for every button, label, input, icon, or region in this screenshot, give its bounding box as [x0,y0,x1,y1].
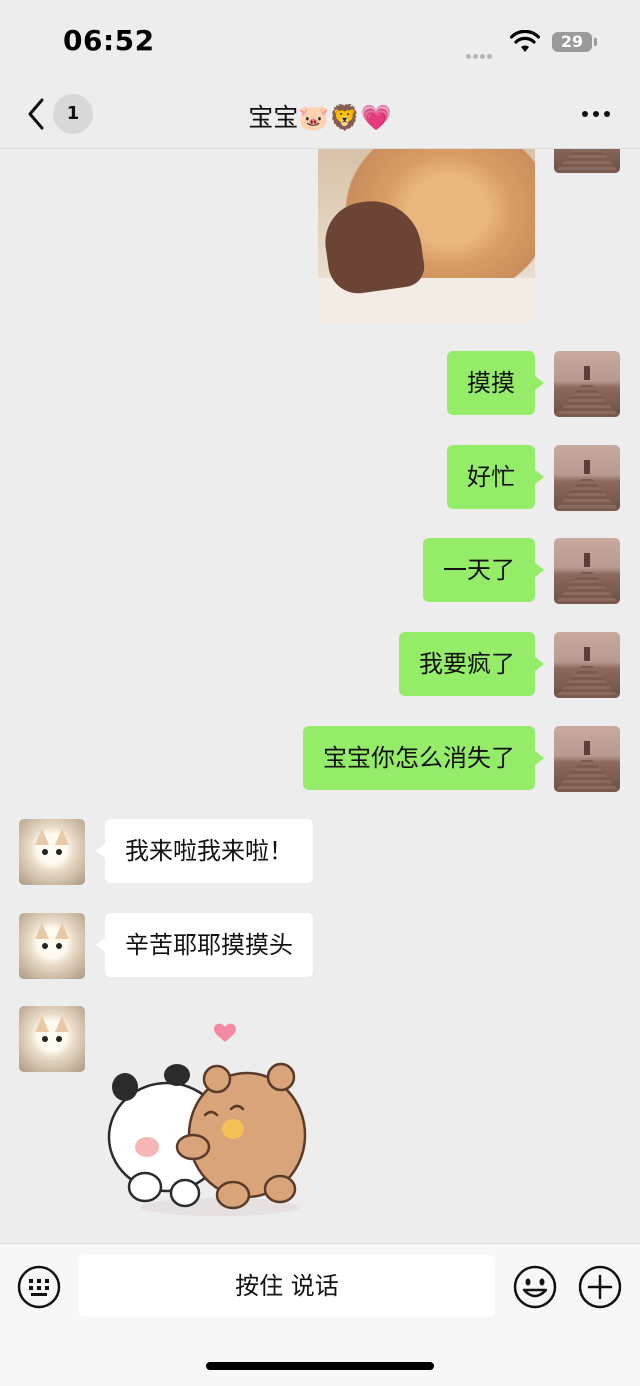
status-bar: 06:52 29 [0,0,640,86]
add-attachment-icon[interactable] [578,1265,622,1309]
status-time: 06:52 [63,24,155,57]
cellular-signal-icon [466,44,502,59]
outgoing-message-bubble[interactable]: 我要疯了 [399,632,544,696]
input-bar: 按住 说话 [0,1243,640,1386]
incoming-message-bubble[interactable]: 辛苦耶耶摸摸头 [96,913,313,977]
incoming-message-bubble[interactable]: 我来啦我来啦！ [96,819,313,883]
my-avatar[interactable] [554,149,620,173]
my-avatar[interactable] [554,538,620,604]
message-list[interactable]: 摸摸 好忙 一天了 我要疯了 宝宝你怎么消失了 我来啦我来啦！ 辛苦耶耶摸摸头 [0,149,640,1243]
chat-title: 宝宝🐷🦁💗 [248,103,392,132]
hold-to-talk-button[interactable]: 按住 说话 [79,1255,495,1317]
home-indicator [206,1362,434,1370]
battery-icon: 29 [552,32,592,52]
outgoing-message-bubble[interactable]: 一天了 [423,538,544,602]
outgoing-message-bubble[interactable]: 摸摸 [447,351,544,415]
contact-avatar[interactable] [19,1006,85,1072]
battery-tip [594,38,597,46]
contact-avatar[interactable] [19,913,85,979]
more-options-icon[interactable] [580,106,612,122]
keyboard-toggle-icon[interactable] [17,1265,61,1309]
my-avatar[interactable] [554,445,620,511]
wifi-icon [510,30,540,52]
my-avatar[interactable] [554,726,620,792]
outgoing-message-bubble[interactable]: 宝宝你怎么消失了 [303,726,544,790]
contact-avatar[interactable] [19,819,85,885]
chat-header: 1 宝宝🐷🦁💗 [0,86,640,149]
my-avatar[interactable] [554,632,620,698]
emoji-icon[interactable] [513,1265,557,1309]
cat-photo-message[interactable] [318,149,535,323]
hugging-bears-sticker[interactable] [105,1017,320,1217]
outgoing-message-bubble[interactable]: 好忙 [447,445,544,509]
my-avatar[interactable] [554,351,620,417]
photo-hand [320,194,427,298]
